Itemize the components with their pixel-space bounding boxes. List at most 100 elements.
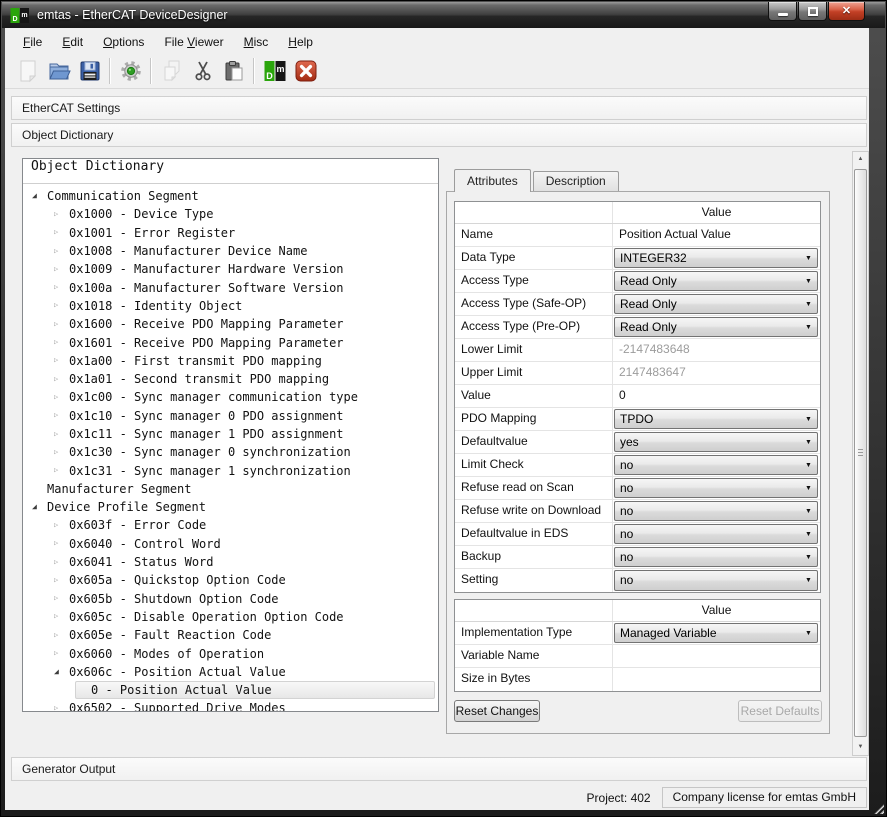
menu-item-file[interactable]: File [13, 32, 52, 52]
tree-item[interactable]: ▷0x1600 - Receive PDO Mapping Parameter [23, 315, 438, 333]
collapsed-triangle-icon[interactable]: ▷ [54, 321, 69, 328]
tree-item[interactable]: 0 - Position Actual Value [23, 681, 438, 699]
refuse-read-on-scan-combo[interactable]: no▼ [614, 478, 818, 498]
expanded-triangle-icon[interactable]: ◢ [32, 192, 47, 200]
collapsed-triangle-icon[interactable]: ▷ [54, 613, 69, 620]
collapsed-triangle-icon[interactable]: ▷ [54, 394, 69, 401]
tree-item[interactable]: ▷0x100a - Manufacturer Software Version [23, 278, 438, 296]
collapsed-triangle-icon[interactable]: ▷ [54, 449, 69, 456]
collapsed-triangle-icon[interactable]: ▷ [54, 376, 69, 383]
scroll-down-icon[interactable]: ▼ [853, 740, 868, 755]
tree-item[interactable]: ▷0x1c30 - Sync manager 0 synchronization [23, 443, 438, 461]
tree-item[interactable]: ▷0x1008 - Manufacturer Device Name [23, 242, 438, 260]
size-in-bytes-value[interactable] [613, 668, 820, 691]
tree-item[interactable]: ▷0x1009 - Manufacturer Hardware Version [23, 260, 438, 278]
tree-item[interactable]: ▷0x1018 - Identity Object [23, 297, 438, 315]
open-button[interactable] [43, 56, 74, 86]
limit-check-combo[interactable]: no▼ [614, 455, 818, 475]
vertical-scrollbar[interactable]: ▲ ▼ [852, 151, 869, 756]
close-button[interactable]: ✕ [828, 2, 865, 21]
section-object-dictionary[interactable]: Object Dictionary [11, 123, 867, 147]
tree-item[interactable]: ▷0x1c00 - Sync manager communication typ… [23, 388, 438, 406]
collapsed-triangle-icon[interactable]: ▷ [54, 302, 69, 309]
exit-button[interactable] [290, 56, 321, 86]
collapsed-triangle-icon[interactable]: ▷ [54, 595, 69, 602]
setting-combo[interactable]: no▼ [614, 570, 818, 591]
collapsed-triangle-icon[interactable]: ▷ [54, 431, 69, 438]
menu-item-edit[interactable]: Edit [52, 32, 93, 52]
tree-item[interactable]: ◢0x606c - Position Actual Value [23, 663, 438, 681]
tree-item[interactable]: ▷0x1001 - Error Register [23, 224, 438, 242]
section-ethercat-settings[interactable]: EtherCAT Settings [11, 96, 867, 120]
collapsed-triangle-icon[interactable]: ▷ [54, 540, 69, 547]
tree-item[interactable]: ▷0x605e - Fault Reaction Code [23, 626, 438, 644]
tree-item[interactable]: ▷0x1a01 - Second transmit PDO mapping [23, 370, 438, 388]
collapsed-triangle-icon[interactable]: ▷ [54, 266, 69, 273]
tree-item[interactable]: ▷0x1c31 - Sync manager 1 synchronization [23, 461, 438, 479]
collapsed-triangle-icon[interactable]: ▷ [54, 559, 69, 566]
collapsed-triangle-icon[interactable]: ▷ [54, 284, 69, 291]
tree-item[interactable]: ▷0x1c10 - Sync manager 0 PDO assignment [23, 407, 438, 425]
cut-button[interactable] [187, 56, 218, 86]
expanded-triangle-icon[interactable]: ◢ [32, 503, 47, 511]
reset-defaults-button[interactable]: Reset Defaults [738, 700, 822, 722]
collapsed-triangle-icon[interactable]: ▷ [54, 357, 69, 364]
collapsed-triangle-icon[interactable]: ▷ [54, 577, 69, 584]
tree-item[interactable]: Manufacturer Segment [23, 480, 438, 498]
tree-item[interactable]: ▷0x1c11 - Sync manager 1 PDO assignment [23, 425, 438, 443]
tree-item[interactable]: ▷0x603f - Error Code [23, 516, 438, 534]
section-generator-output[interactable]: Generator Output [11, 757, 867, 781]
paste-button[interactable] [218, 56, 249, 86]
menu-item-options[interactable]: Options [93, 32, 154, 52]
new-file-button[interactable] [12, 56, 43, 86]
tree-item[interactable]: ▷0x6060 - Modes of Operation [23, 644, 438, 662]
menu-item-file-viewer[interactable]: File Viewer [154, 32, 233, 52]
reset-changes-button[interactable]: Reset Changes [454, 700, 540, 722]
collapsed-triangle-icon[interactable]: ▷ [54, 248, 69, 255]
data-type-combo[interactable]: INTEGER32▼ [614, 248, 818, 268]
scrollbar-thumb[interactable] [854, 169, 867, 737]
collapsed-triangle-icon[interactable]: ▷ [54, 229, 69, 236]
minimize-button[interactable] [768, 2, 797, 21]
menu-item-help[interactable]: Help [278, 32, 323, 52]
maximize-button[interactable] [798, 2, 827, 21]
tree-item[interactable]: ▷0x6041 - Status Word [23, 553, 438, 571]
tree-item[interactable]: ▷0x605a - Quickstop Option Code [23, 571, 438, 589]
collapsed-triangle-icon[interactable]: ▷ [54, 467, 69, 474]
scroll-up-icon[interactable]: ▲ [853, 152, 868, 167]
refuse-write-on-download-combo[interactable]: no▼ [614, 501, 818, 521]
backup-combo[interactable]: no▼ [614, 547, 818, 567]
pdo-mapping-combo[interactable]: TPDO▼ [614, 409, 818, 429]
copy-button[interactable] [156, 56, 187, 86]
tree-item[interactable]: ▷0x1000 - Device Type [23, 205, 438, 223]
collapsed-triangle-icon[interactable]: ▷ [54, 522, 69, 529]
value-value[interactable]: 0 [613, 385, 820, 407]
collapsed-triangle-icon[interactable]: ▷ [54, 650, 69, 657]
variable-name-value[interactable] [613, 645, 820, 667]
expanded-triangle-icon[interactable]: ◢ [54, 668, 69, 676]
tree-item[interactable]: ▷0x6040 - Control Word [23, 535, 438, 553]
access-type-pre-op-combo[interactable]: Read Only▼ [614, 317, 818, 337]
defaultvalue-combo[interactable]: yes▼ [614, 432, 818, 452]
tab-attributes[interactable]: Attributes [454, 169, 531, 192]
name-value[interactable]: Position Actual Value [613, 224, 820, 246]
collapsed-triangle-icon[interactable]: ▷ [54, 211, 69, 218]
tree-item[interactable]: ◢Communication Segment [23, 187, 438, 205]
tab-description[interactable]: Description [533, 171, 619, 191]
tree-item[interactable]: ▷0x1a00 - First transmit PDO mapping [23, 352, 438, 370]
collapsed-triangle-icon[interactable]: ▷ [54, 339, 69, 346]
implementation-type-combo[interactable]: Managed Variable▼ [614, 623, 818, 643]
defaultvalue-in-eds-combo[interactable]: no▼ [614, 524, 818, 544]
access-type-safe-op-combo[interactable]: Read Only▼ [614, 294, 818, 314]
tree-item[interactable]: ▷0x605b - Shutdown Option Code [23, 590, 438, 608]
save-button[interactable] [74, 56, 105, 86]
resize-grip[interactable] [872, 802, 884, 814]
emtas-logo-button[interactable]: D m [259, 56, 290, 86]
access-type-combo[interactable]: Read Only▼ [614, 271, 818, 291]
tree-item[interactable]: ▷0x1601 - Receive PDO Mapping Parameter [23, 333, 438, 351]
tree-item[interactable]: ◢Device Profile Segment [23, 498, 438, 516]
settings-button[interactable] [115, 56, 146, 86]
collapsed-triangle-icon[interactable]: ▷ [54, 412, 69, 419]
menu-item-misc[interactable]: Misc [234, 32, 279, 52]
tree-item[interactable]: ▷0x6502 - Supported Drive Modes [23, 699, 438, 711]
